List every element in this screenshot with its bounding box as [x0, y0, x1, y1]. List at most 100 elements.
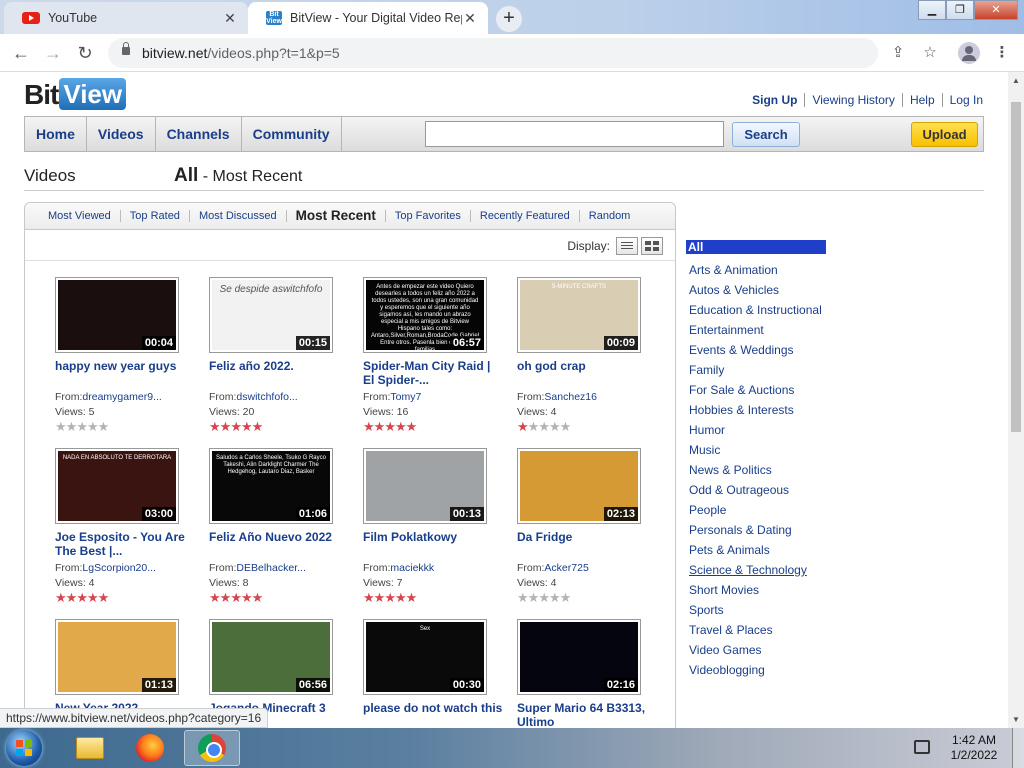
category-humor[interactable]: Humor [686, 420, 826, 440]
taskbar-chrome[interactable] [184, 730, 240, 766]
uploader-link[interactable]: maciekkk [390, 562, 434, 574]
category-events-weddings[interactable]: Events & Weddings [686, 340, 826, 360]
category-people[interactable]: People [686, 500, 826, 520]
video-title-link[interactable]: Film Poklatkowy [363, 530, 503, 560]
video-title-link[interactable]: Feliz Año Nuevo 2022 [209, 530, 349, 560]
tab-youtube[interactable]: YouTube ✕ [4, 2, 248, 34]
scroll-up-icon[interactable]: ▲ [1011, 76, 1021, 85]
category-short-movies[interactable]: Short Movies [686, 580, 826, 600]
sort-tab-most-discussed[interactable]: Most Discussed [188, 210, 286, 222]
category-music[interactable]: Music [686, 440, 826, 460]
category-for-sale-auctions[interactable]: For Sale & Auctions [686, 380, 826, 400]
video-thumbnail[interactable]: Saludos a Carlos Sheele, Tsuko G Rayco T… [209, 448, 333, 524]
sort-tab-recently-featured[interactable]: Recently Featured [469, 210, 579, 222]
tab-bitview[interactable]: Bit View BitView - Your Digital Video Re… [248, 2, 488, 34]
category-videoblogging[interactable]: Videoblogging [686, 660, 826, 680]
network-icon[interactable] [914, 740, 930, 754]
close-tab-icon[interactable]: ✕ [222, 10, 238, 27]
uploader-link[interactable]: Acker725 [544, 562, 588, 574]
nav-channels[interactable]: Channels [156, 117, 242, 151]
video-thumbnail[interactable]: 02:16 [517, 619, 641, 695]
category-hobbies-interests[interactable]: Hobbies & Interests [686, 400, 826, 420]
forward-arrow-icon[interactable]: → [40, 40, 66, 66]
uploader-link[interactable]: dswitchfofo... [236, 391, 297, 403]
bookmark-star-icon[interactable]: ☆ [920, 43, 940, 63]
category-travel-places[interactable]: Travel & Places [686, 620, 826, 640]
restore-button[interactable]: ❐ [946, 0, 974, 20]
system-clock[interactable]: 1:42 AM 1/2/2022 [944, 733, 1004, 763]
sort-tab-top-favorites[interactable]: Top Favorites [384, 210, 470, 222]
start-button[interactable] [6, 730, 42, 766]
share-icon[interactable]: ⇪ [888, 43, 908, 63]
new-tab-button[interactable]: + [496, 6, 522, 32]
video-thumbnail[interactable]: 00:04 [55, 277, 179, 353]
video-thumbnail[interactable]: Se despide aswitchfofo 00:15 [209, 277, 333, 353]
reload-icon[interactable]: ↻ [72, 40, 98, 66]
video-title-link[interactable]: oh god crap [517, 359, 657, 389]
bitview-logo[interactable]: Bit View [24, 78, 127, 110]
search-button[interactable]: Search [732, 122, 800, 147]
viewing-history-link[interactable]: Viewing History [804, 93, 901, 107]
nav-community[interactable]: Community [242, 117, 342, 151]
close-tab-icon[interactable]: ✕ [462, 10, 478, 27]
video-title-link[interactable]: happy new year guys [55, 359, 195, 389]
menu-kebab-icon[interactable]: ⋮ [992, 43, 1012, 63]
category-odd-outrageous[interactable]: Odd & Outrageous [686, 480, 826, 500]
close-window-button[interactable]: ✕ [974, 0, 1018, 20]
sort-tab-most-viewed[interactable]: Most Viewed [39, 210, 120, 222]
sort-tab-top-rated[interactable]: Top Rated [119, 210, 189, 222]
category-arts-animation[interactable]: Arts & Animation [686, 260, 826, 280]
category-entertainment[interactable]: Entertainment [686, 320, 826, 340]
uploader-link[interactable]: LgScorpion20... [82, 562, 156, 574]
minimize-button[interactable]: ▁ [918, 0, 946, 20]
video-thumbnail[interactable]: 5-MINUTE CRAFTS 00:09 [517, 277, 641, 353]
search-input[interactable] [425, 121, 724, 147]
profile-avatar-icon[interactable] [958, 42, 980, 64]
uploader-link[interactable]: DEBelhacker... [236, 562, 305, 574]
category-sports[interactable]: Sports [686, 600, 826, 620]
page-scrollbar[interactable]: ▲ ▼ [1008, 72, 1024, 728]
category-video-games[interactable]: Video Games [686, 640, 826, 660]
category-pets-animals[interactable]: Pets & Animals [686, 540, 826, 560]
category-education-instructional[interactable]: Education & Instructional [686, 300, 826, 320]
video-title-link[interactable]: Spider-Man City Raid | El Spider-... [363, 359, 503, 389]
uploader-link[interactable]: Sanchez16 [544, 391, 597, 403]
sign-up-link[interactable]: Sign Up [745, 93, 804, 107]
show-desktop-button[interactable] [1012, 728, 1024, 768]
uploader-link[interactable]: dreamygamer9... [82, 391, 161, 403]
category-family[interactable]: Family [686, 360, 826, 380]
help-link[interactable]: Help [901, 93, 942, 107]
category-all[interactable]: All [686, 240, 826, 254]
log-in-link[interactable]: Log In [941, 93, 983, 107]
video-title-link[interactable]: Joe Esposito - You Are The Best |... [55, 530, 195, 560]
video-thumbnail[interactable]: 06:56 [209, 619, 333, 695]
video-title-link[interactable]: Feliz año 2022. [209, 359, 349, 389]
scrollbar-thumb[interactable] [1011, 102, 1021, 432]
video-thumbnail[interactable]: 02:13 [517, 448, 641, 524]
sort-tab-most-recent[interactable]: Most Recent [285, 209, 385, 222]
category-news-politics[interactable]: News & Politics [686, 460, 826, 480]
video-thumbnail[interactable]: NADA EN ABSOLUTO TE DERROTARA 03:00 [55, 448, 179, 524]
video-thumbnail[interactable]: Antes de empezar este video Quiero desea… [363, 277, 487, 353]
list-view-icon[interactable] [616, 237, 638, 255]
video-title-link[interactable]: Da Fridge [517, 530, 657, 560]
video-thumbnail[interactable]: 00:13 [363, 448, 487, 524]
category-personals-dating[interactable]: Personals & Dating [686, 520, 826, 540]
video-title-link[interactable]: please do not watch this [363, 701, 503, 728]
scroll-down-icon[interactable]: ▼ [1011, 715, 1021, 724]
sort-tab-random[interactable]: Random [578, 210, 640, 222]
nav-videos[interactable]: Videos [87, 117, 156, 151]
back-arrow-icon[interactable]: ← [8, 40, 34, 66]
taskbar-firefox[interactable] [122, 730, 178, 766]
category-autos-vehicles[interactable]: Autos & Vehicles [686, 280, 826, 300]
nav-home[interactable]: Home [25, 117, 87, 151]
taskbar-explorer[interactable] [62, 730, 118, 766]
video-title-link[interactable]: Super Mario 64 B3313, Ultimo [517, 701, 657, 728]
video-thumbnail[interactable]: 01:13 [55, 619, 179, 695]
uploader-link[interactable]: Tomy7 [390, 391, 421, 403]
grid-view-icon[interactable] [641, 237, 663, 255]
category-science-technology[interactable]: Science & Technology [686, 560, 826, 580]
address-bar[interactable]: bitview.net/videos.php?t=1&p=5 [108, 38, 878, 68]
video-thumbnail[interactable]: Sex 00:30 [363, 619, 487, 695]
upload-button[interactable]: Upload [911, 122, 978, 147]
